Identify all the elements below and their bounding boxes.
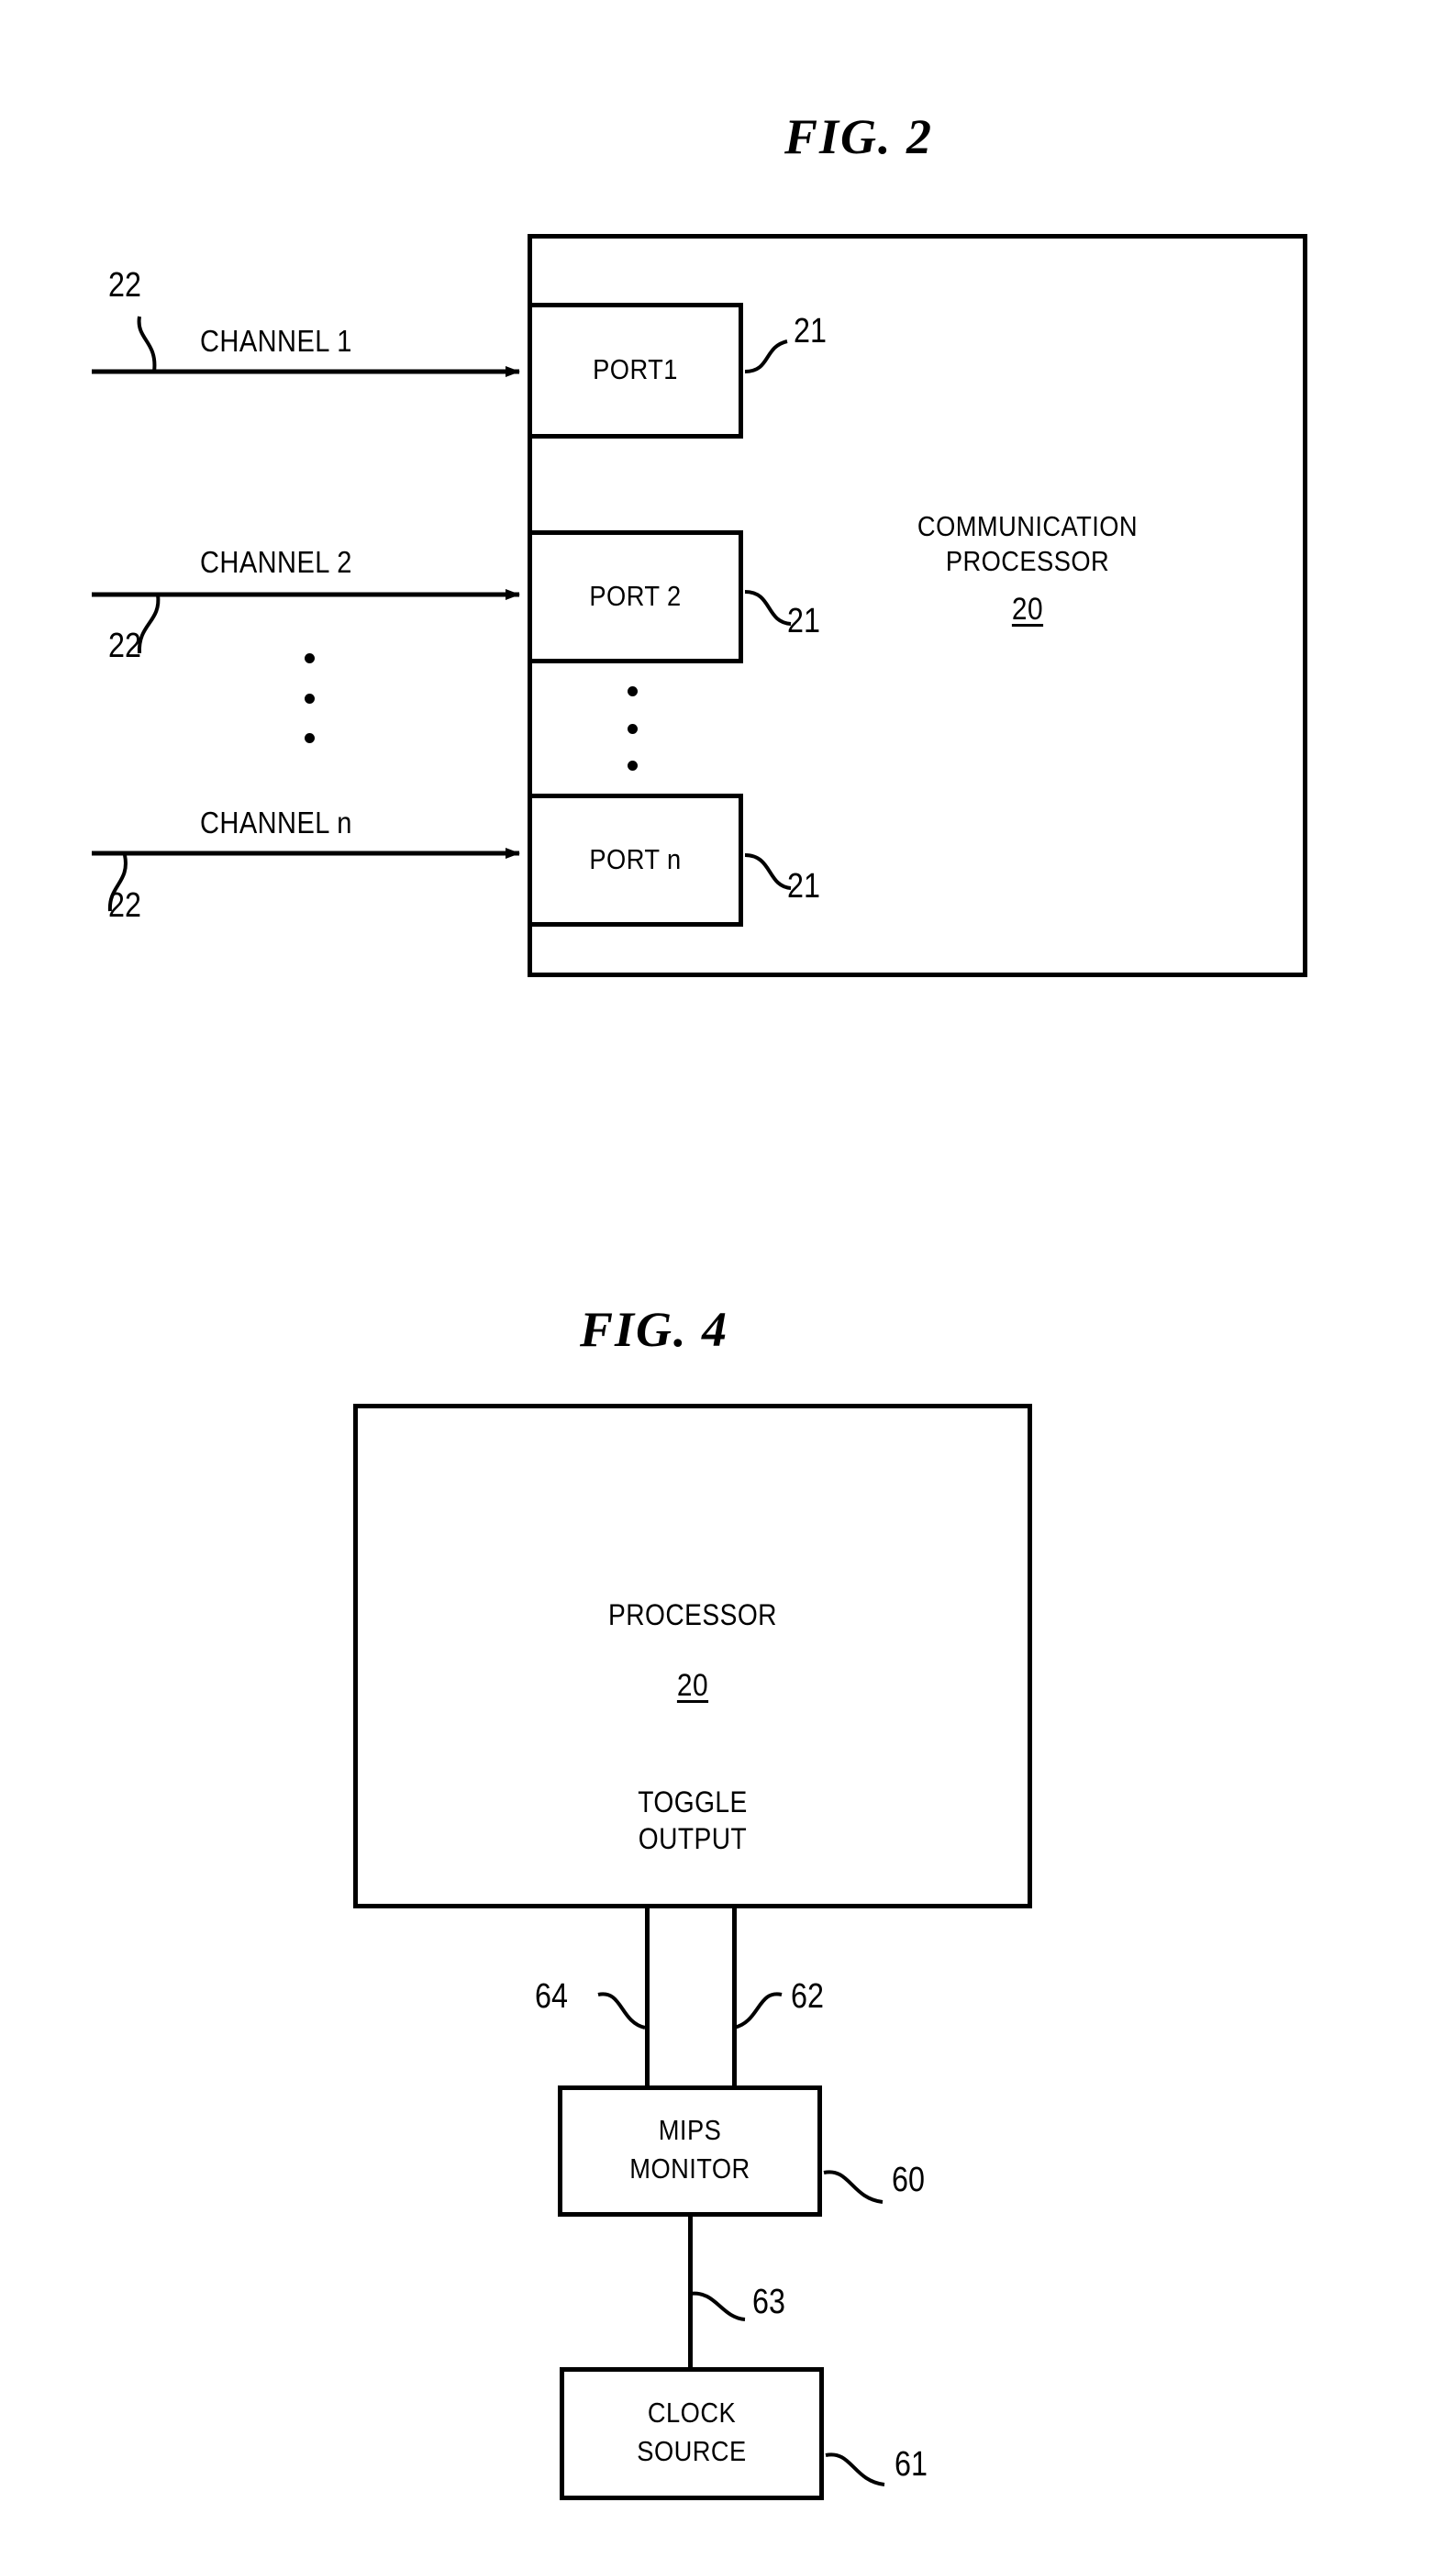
mips-monitor-ref: 60 (892, 2161, 925, 2199)
connector-64-ref: 64 (535, 1977, 568, 2016)
port-2-label: PORT 2 (589, 580, 682, 612)
channel-1-leader (137, 316, 157, 373)
port-1-label: PORT1 (593, 353, 678, 385)
clock-source-leader (825, 2452, 885, 2486)
port-1-ref: 21 (794, 312, 827, 350)
channel-ellipsis-icon (305, 653, 315, 743)
port-n-label: PORT n (589, 843, 682, 875)
mips-monitor-label-line2: MONITOR (629, 2152, 750, 2185)
channel-n-ref: 22 (108, 886, 141, 925)
port-ellipsis-icon (628, 686, 638, 771)
clock-source-ref: 61 (895, 2445, 928, 2484)
channel-2-ref: 22 (108, 627, 141, 665)
communication-processor-ref: 20 (1011, 592, 1044, 627)
connector-62-line (732, 1908, 737, 2087)
figure-4-title: FIG. 4 (580, 1302, 729, 1357)
connector-63-leader (689, 2291, 746, 2321)
connector-62-ref: 62 (791, 1977, 824, 2016)
communication-processor-label-line1: COMMUNICATION (917, 510, 1139, 542)
toggle-output-label-line2: OUTPUT (638, 1822, 748, 1855)
channel-1-ref: 22 (108, 266, 141, 305)
channel-2-leader (137, 594, 161, 654)
processor-label: PROCESSOR (608, 1598, 777, 1631)
mips-monitor-leader (823, 2170, 884, 2204)
patent-drawing-sheet: FIG. 2 COMMUNICATION PROCESSOR 20 PORT1 … (0, 0, 1456, 2569)
channel-2-label: CHANNEL 2 (200, 545, 352, 579)
connector-64-line (645, 1908, 650, 2087)
clock-source-label-line1: CLOCK (647, 2397, 737, 2429)
connector-63-ref: 63 (752, 2283, 785, 2321)
connector-63-line (688, 2217, 693, 2370)
toggle-output-label-line1: TOGGLE (638, 1785, 748, 1818)
channel-1-label: CHANNEL 1 (200, 324, 352, 358)
figure-2-title: FIG. 2 (784, 109, 934, 164)
clock-source-label-line2: SOURCE (637, 2435, 747, 2467)
channel-n-label: CHANNEL n (200, 806, 352, 840)
communication-processor-label-line2: PROCESSOR (945, 545, 1110, 577)
mips-monitor-label-line1: MIPS (658, 2114, 722, 2146)
port-n-ref: 21 (787, 867, 820, 906)
connector-64-leader (597, 1992, 646, 2030)
connector-62-leader (733, 1992, 783, 2030)
processor-ref: 20 (676, 1668, 709, 1703)
port-2-ref: 21 (787, 602, 820, 640)
